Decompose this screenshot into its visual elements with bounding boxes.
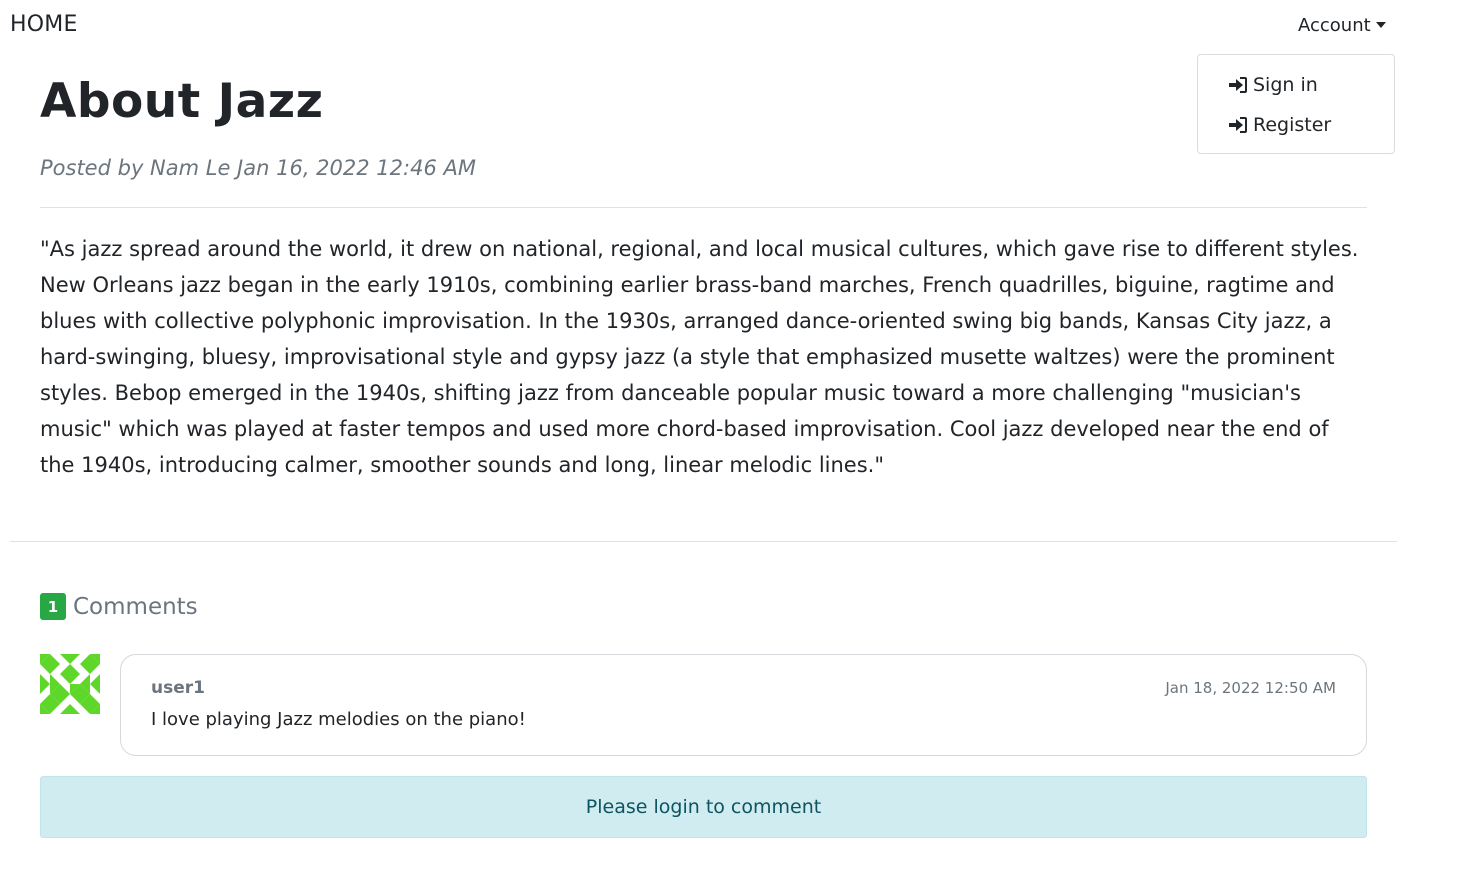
account-dropdown-toggle[interactable]: Account [1298,15,1386,36]
comment-date: Jan 18, 2022 12:50 AM [1165,679,1336,697]
register-label: Register [1253,114,1332,136]
account-dropdown-menu: Sign in Register [1197,54,1395,154]
page: HOME Account Sign in Register About Jazz… [0,0,1460,886]
comments-label: Comments [73,593,198,620]
comment-count-badge: 1 [40,593,66,620]
caret-down-icon [1375,21,1386,28]
login-alert-message: Please login to comment [585,796,822,818]
login-alert: Please login to comment [40,776,1367,838]
sign-in-label: Sign in [1253,74,1318,96]
account-label: Account [1298,15,1371,36]
comment-author: user1 [151,678,205,698]
register-menu-item[interactable]: Register [1228,114,1331,136]
comments-header: 1 Comments [40,593,198,620]
post-title: About Jazz [40,74,324,129]
sign-in-icon [1229,117,1247,133]
divider [10,541,1397,542]
avatar [40,654,100,714]
home-link[interactable]: HOME [10,12,78,37]
comment-card: user1 Jan 18, 2022 12:50 AM I love playi… [120,654,1367,756]
comment-text: I love playing Jazz melodies on the pian… [151,709,526,730]
divider [40,207,1367,208]
sign-in-icon [1229,77,1247,93]
post-byline: Posted by Nam Le Jan 16, 2022 12:46 AM [40,156,476,180]
sign-in-menu-item[interactable]: Sign in [1228,74,1318,96]
post-body: "As jazz spread around the world, it dre… [40,237,1359,477]
